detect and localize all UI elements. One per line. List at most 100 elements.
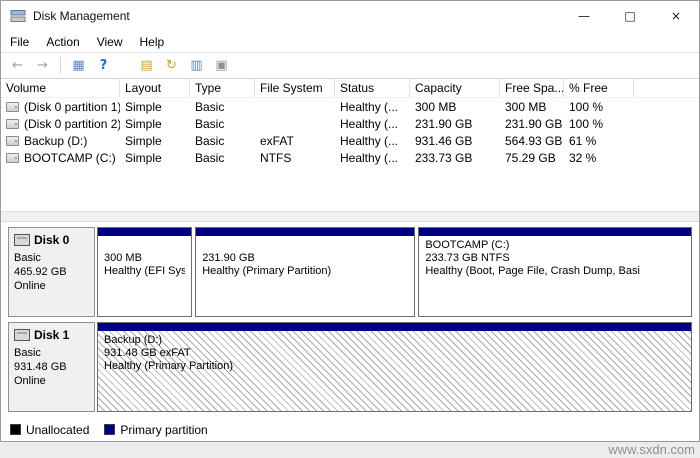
window-title: Disk Management	[33, 9, 130, 23]
forward-icon[interactable]: →	[31, 55, 54, 77]
disk-0-label[interactable]: Disk 0 Basic 465.92 GB Online	[8, 227, 95, 317]
pane-splitter[interactable]	[1, 211, 699, 222]
volume-list-header: Volume Layout Type File System Status Ca…	[1, 79, 699, 98]
pct-free-cell: 32 %	[564, 149, 634, 166]
pct-free-cell: 100 %	[564, 98, 634, 115]
toolbar-separator	[60, 57, 61, 74]
partition-status: Healthy (Boot, Page File, Crash Dump, Ba…	[425, 265, 685, 278]
watermark: www.sxdn.com	[608, 442, 695, 457]
partition-status: Healthy (Primary Partition)	[104, 360, 685, 373]
disk-icon	[14, 234, 30, 246]
refresh-icon[interactable]: ↻	[160, 55, 183, 77]
volume-name: Backup (D:)	[24, 134, 87, 148]
volume-row-disk0-partition2[interactable]: (Disk 0 partition 2) Simple Basic Health…	[1, 115, 699, 132]
disk-name: Disk 1	[34, 328, 69, 342]
partition-size: 231.90 GB	[202, 252, 408, 265]
volume-row-disk0-partition1[interactable]: (Disk 0 partition 1) Simple Basic Health…	[1, 98, 699, 115]
maximize-button[interactable]: □	[607, 1, 653, 31]
attach-vhd-icon[interactable]: ▣	[210, 55, 233, 77]
rescan-disks-icon[interactable]: ▥	[185, 55, 208, 77]
disk-1-label[interactable]: Disk 1 Basic 931.48 GB Online	[8, 322, 95, 412]
window-controls: — □ ×	[561, 1, 699, 31]
layout-cell: Simple	[120, 115, 190, 132]
column-header-pct-free[interactable]: % Free	[564, 79, 634, 97]
menu-view[interactable]: View	[97, 35, 123, 49]
column-header-layout[interactable]: Layout	[120, 79, 190, 97]
disk-size: 465.92 GB	[14, 265, 89, 279]
partition-type-bar	[419, 228, 691, 236]
back-icon[interactable]: ←	[6, 55, 29, 77]
partition-disk0-primary[interactable]: 231.90 GB Healthy (Primary Partition)	[195, 227, 415, 317]
file-system-cell: exFAT	[255, 132, 335, 149]
column-header-file-system[interactable]: File System	[255, 79, 335, 97]
disk-management-window: Disk Management — □ × File Action View H…	[0, 0, 700, 442]
disk-type: Basic	[14, 346, 89, 360]
drive-icon	[6, 153, 19, 163]
volume-cell: (Disk 0 partition 1)	[1, 98, 120, 115]
help-icon[interactable]: ?	[92, 55, 115, 77]
disk-row-0: Disk 0 Basic 465.92 GB Online 300 MB Hea…	[8, 227, 692, 317]
status-cell: Healthy (...	[335, 115, 410, 132]
partition-backup[interactable]: Backup (D:) 931.48 GB exFAT Healthy (Pri…	[97, 322, 692, 412]
partition-size: 931.48 GB exFAT	[104, 347, 685, 360]
drive-icon	[6, 119, 19, 129]
partition-size: 233.73 GB NTFS	[425, 252, 685, 265]
partition-status: Healthy (Primary Partition)	[202, 265, 408, 278]
volume-cell: (Disk 0 partition 2)	[1, 115, 120, 132]
volume-cell: BOOTCAMP (C:)	[1, 149, 120, 166]
menu-action[interactable]: Action	[46, 35, 79, 49]
file-system-cell: NTFS	[255, 149, 335, 166]
titlebar: Disk Management — □ ×	[1, 1, 699, 31]
partition-size: 300 MB	[104, 252, 185, 265]
layout-cell: Simple	[120, 149, 190, 166]
volume-row-bootcamp[interactable]: BOOTCAMP (C:) Simple Basic NTFS Healthy …	[1, 149, 699, 166]
menubar: File Action View Help	[1, 31, 699, 52]
type-cell: Basic	[190, 115, 255, 132]
type-cell: Basic	[190, 98, 255, 115]
column-header-status[interactable]: Status	[335, 79, 410, 97]
column-header-capacity[interactable]: Capacity	[410, 79, 500, 97]
volume-list: Volume Layout Type File System Status Ca…	[1, 79, 699, 211]
console-tree-icon[interactable]: ▦	[67, 55, 90, 77]
capacity-cell: 931.46 GB	[410, 132, 500, 149]
disk-type: Basic	[14, 251, 89, 265]
menu-help[interactable]: Help	[140, 35, 165, 49]
minimize-button[interactable]: —	[561, 1, 607, 31]
partition-name	[104, 239, 185, 252]
graphical-view: Disk 0 Basic 465.92 GB Online 300 MB Hea…	[1, 222, 699, 418]
partition-name	[202, 239, 408, 252]
column-header-type[interactable]: Type	[190, 79, 255, 97]
partition-bootcamp[interactable]: BOOTCAMP (C:) 233.73 GB NTFS Healthy (Bo…	[418, 227, 692, 317]
drive-icon	[6, 102, 19, 112]
close-button[interactable]: ×	[653, 1, 699, 31]
free-space-cell: 75.29 GB	[500, 149, 564, 166]
type-cell: Basic	[190, 132, 255, 149]
status-cell: Healthy (...	[335, 149, 410, 166]
disk-0-partitions: 300 MB Healthy (EFI Syster 231.90 GB Hea…	[97, 227, 692, 317]
free-space-cell: 564.93 GB	[500, 132, 564, 149]
disk-status: Online	[14, 279, 89, 293]
capacity-cell: 231.90 GB	[410, 115, 500, 132]
menu-file[interactable]: File	[10, 35, 29, 49]
legend-label: Primary partition	[120, 423, 207, 437]
volume-name: (Disk 0 partition 2)	[24, 117, 120, 131]
file-system-cell	[255, 98, 335, 115]
disk-name: Disk 0	[34, 233, 69, 247]
partition-efi[interactable]: 300 MB Healthy (EFI Syster	[97, 227, 192, 317]
partition-type-bar	[98, 228, 191, 236]
properties-icon[interactable]: ▤	[135, 55, 158, 77]
primary-partition-swatch	[104, 424, 115, 435]
column-header-free-space[interactable]: Free Spa...	[500, 79, 564, 97]
legend-label: Unallocated	[26, 423, 89, 437]
partition-name: Backup (D:)	[104, 334, 685, 347]
status-cell: Healthy (...	[335, 98, 410, 115]
column-header-volume[interactable]: Volume	[1, 79, 120, 97]
disk-1-partitions: Backup (D:) 931.48 GB exFAT Healthy (Pri…	[97, 322, 692, 412]
volume-name: (Disk 0 partition 1)	[24, 100, 120, 114]
capacity-cell: 233.73 GB	[410, 149, 500, 166]
drive-icon	[6, 136, 19, 146]
layout-cell: Simple	[120, 98, 190, 115]
volume-row-backup[interactable]: Backup (D:) Simple Basic exFAT Healthy (…	[1, 132, 699, 149]
unallocated-swatch	[10, 424, 21, 435]
free-space-cell: 300 MB	[500, 98, 564, 115]
